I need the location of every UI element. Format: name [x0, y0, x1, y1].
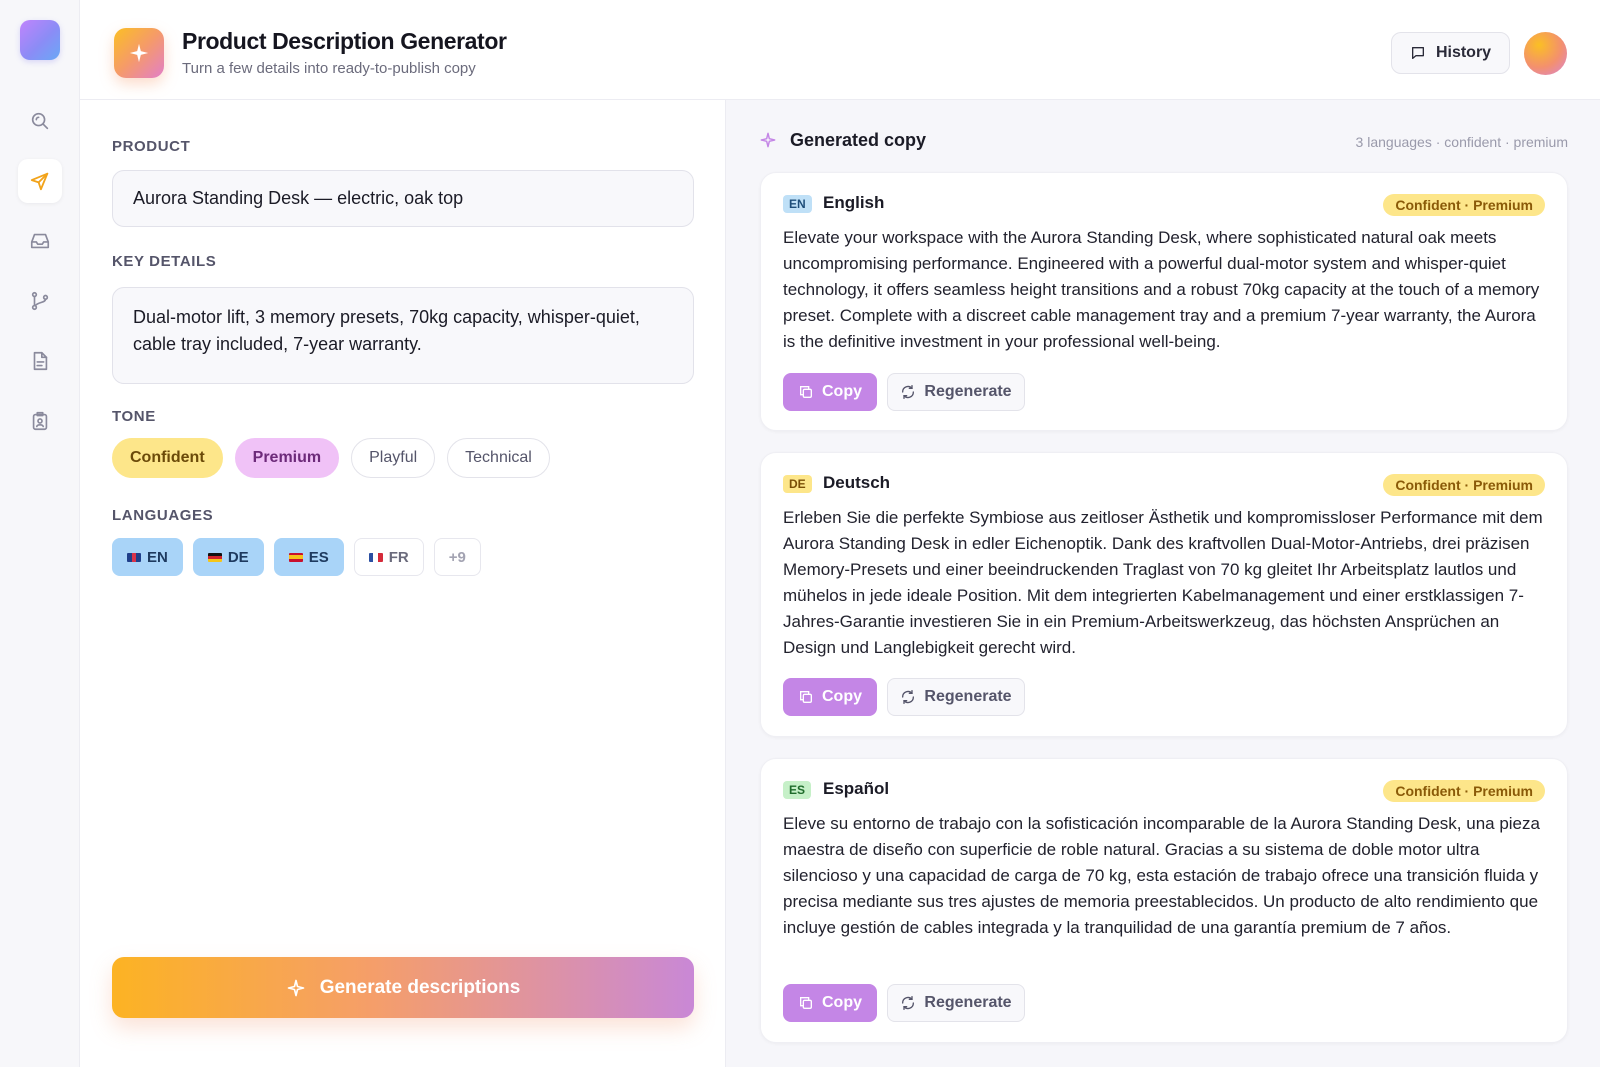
regenerate-button[interactable]: Regenerate: [887, 678, 1025, 716]
copy-button[interactable]: Copy: [783, 678, 877, 716]
generated-text: Erleben Sie die perfekte Symbiose aus ze…: [783, 508, 1543, 657]
regenerate-label: Regenerate: [924, 383, 1012, 400]
language-tag: DE: [783, 475, 812, 493]
language-name: Deutsch: [823, 473, 891, 492]
copy-icon: [800, 691, 812, 703]
search-icon: [31, 112, 49, 130]
sidebar-item-search[interactable]: [18, 99, 62, 143]
tone-chip-confident[interactable]: Confident: [112, 438, 223, 478]
language-chip-es[interactable]: ES: [273, 538, 344, 576]
copy-label: Copy: [822, 688, 862, 705]
sidebar-item-document[interactable]: [18, 339, 62, 383]
language-name: Español: [823, 779, 890, 798]
spain-flag-icon: [288, 552, 303, 562]
uk-flag-icon: [127, 552, 141, 562]
sparkle-icon: [129, 43, 149, 63]
output-card-es: ES Español Confident · Premium Eleve su …: [760, 758, 1568, 1043]
germany-flag-icon: [207, 552, 222, 562]
history-label: History: [1435, 44, 1492, 61]
regenerate-button[interactable]: Regenerate: [887, 984, 1025, 1022]
tone-badge: Confident · Premium: [1383, 194, 1545, 216]
language-code: ES: [308, 548, 329, 566]
branch-icon: [31, 291, 49, 311]
sparkle-icon: [287, 979, 305, 996]
chat-bubble-icon: [1411, 47, 1424, 59]
language-code: FR: [388, 548, 409, 566]
tone-label: TONE: [112, 408, 156, 425]
tone-badge: Confident · Premium: [1383, 474, 1545, 496]
output-meta: 3 languages · confident · premium: [1355, 134, 1568, 150]
generate-descriptions-button[interactable]: Generate descriptions: [112, 957, 694, 1018]
product-input[interactable]: Aurora Standing Desk — electric, oak top: [112, 170, 694, 227]
language-tag: EN: [783, 195, 812, 213]
refresh-icon: [902, 690, 915, 704]
regenerate-button[interactable]: Regenerate: [887, 373, 1025, 411]
input-panel: PRODUCT Aurora Standing Desk — electric,…: [80, 100, 726, 1067]
product-label: PRODUCT: [112, 138, 191, 155]
tone-chips: Confident Premium Playful Technical: [112, 438, 550, 478]
language-chip-de[interactable]: DE: [192, 538, 264, 576]
output-card-en: EN English Confident · Premium Elevate y…: [760, 172, 1568, 431]
sidebar-item-profile[interactable]: [18, 399, 62, 443]
copy-icon: [800, 386, 812, 398]
generated-text: Elevate your workspace with the Aurora S…: [783, 228, 1540, 351]
avatar[interactable]: [1524, 32, 1567, 75]
more-languages-button[interactable]: +9: [433, 538, 481, 576]
app-logo[interactable]: [20, 20, 60, 60]
copy-icon: [800, 997, 812, 1009]
regenerate-label: Regenerate: [924, 994, 1012, 1011]
copy-label: Copy: [822, 383, 862, 400]
output-title: Generated copy: [790, 130, 927, 150]
languages-label: LANGUAGES: [112, 507, 214, 524]
language-chip-fr[interactable]: FR: [353, 538, 424, 576]
language-code: EN: [147, 548, 168, 566]
tone-chip-technical[interactable]: Technical: [447, 438, 550, 478]
refresh-icon: [902, 385, 915, 399]
regenerate-label: Regenerate: [924, 688, 1012, 705]
key-details-label: KEY DETAILS: [112, 253, 217, 270]
language-tag: ES: [783, 781, 812, 799]
copy-button[interactable]: Copy: [783, 984, 877, 1022]
page-subtitle: Turn a few details into ready-to-publish…: [182, 60, 476, 77]
generate-label: Generate descriptions: [319, 976, 521, 998]
output-card-de: DE Deutsch Confident · Premium Erleben S…: [760, 452, 1568, 737]
send-icon: [30, 172, 49, 191]
language-name: English: [823, 193, 885, 212]
sidebar: [0, 0, 80, 1067]
france-flag-icon: [368, 552, 383, 562]
language-chip-en[interactable]: EN: [112, 538, 183, 576]
sidebar-item-flow[interactable]: [18, 279, 62, 323]
refresh-icon: [902, 996, 915, 1010]
sidebar-item-inbox[interactable]: [18, 219, 62, 263]
sidebar-item-send[interactable]: [18, 159, 62, 203]
language-code: DE: [227, 548, 249, 566]
history-button[interactable]: History: [1391, 32, 1510, 74]
document-icon: [33, 351, 48, 371]
tone-chip-premium[interactable]: Premium: [234, 438, 340, 478]
sparkle-icon: [760, 132, 776, 148]
generated-text: Eleve su entorno de trabajo con la sofis…: [783, 814, 1540, 937]
app-header: Product Description Generator Turn a few…: [80, 0, 1600, 100]
tone-badge: Confident · Premium: [1383, 780, 1545, 802]
copy-button[interactable]: Copy: [783, 373, 877, 411]
language-chips: EN DE ES FR +9: [112, 538, 481, 576]
copy-label: Copy: [822, 994, 862, 1011]
key-details-textarea[interactable]: Dual-motor lift, 3 memory presets, 70kg …: [112, 287, 694, 384]
tone-chip-playful[interactable]: Playful: [351, 438, 436, 478]
badge-icon: [32, 411, 48, 431]
inbox-icon: [30, 233, 50, 249]
app-icon: [114, 28, 164, 78]
page-title: Product Description Generator: [182, 28, 507, 54]
